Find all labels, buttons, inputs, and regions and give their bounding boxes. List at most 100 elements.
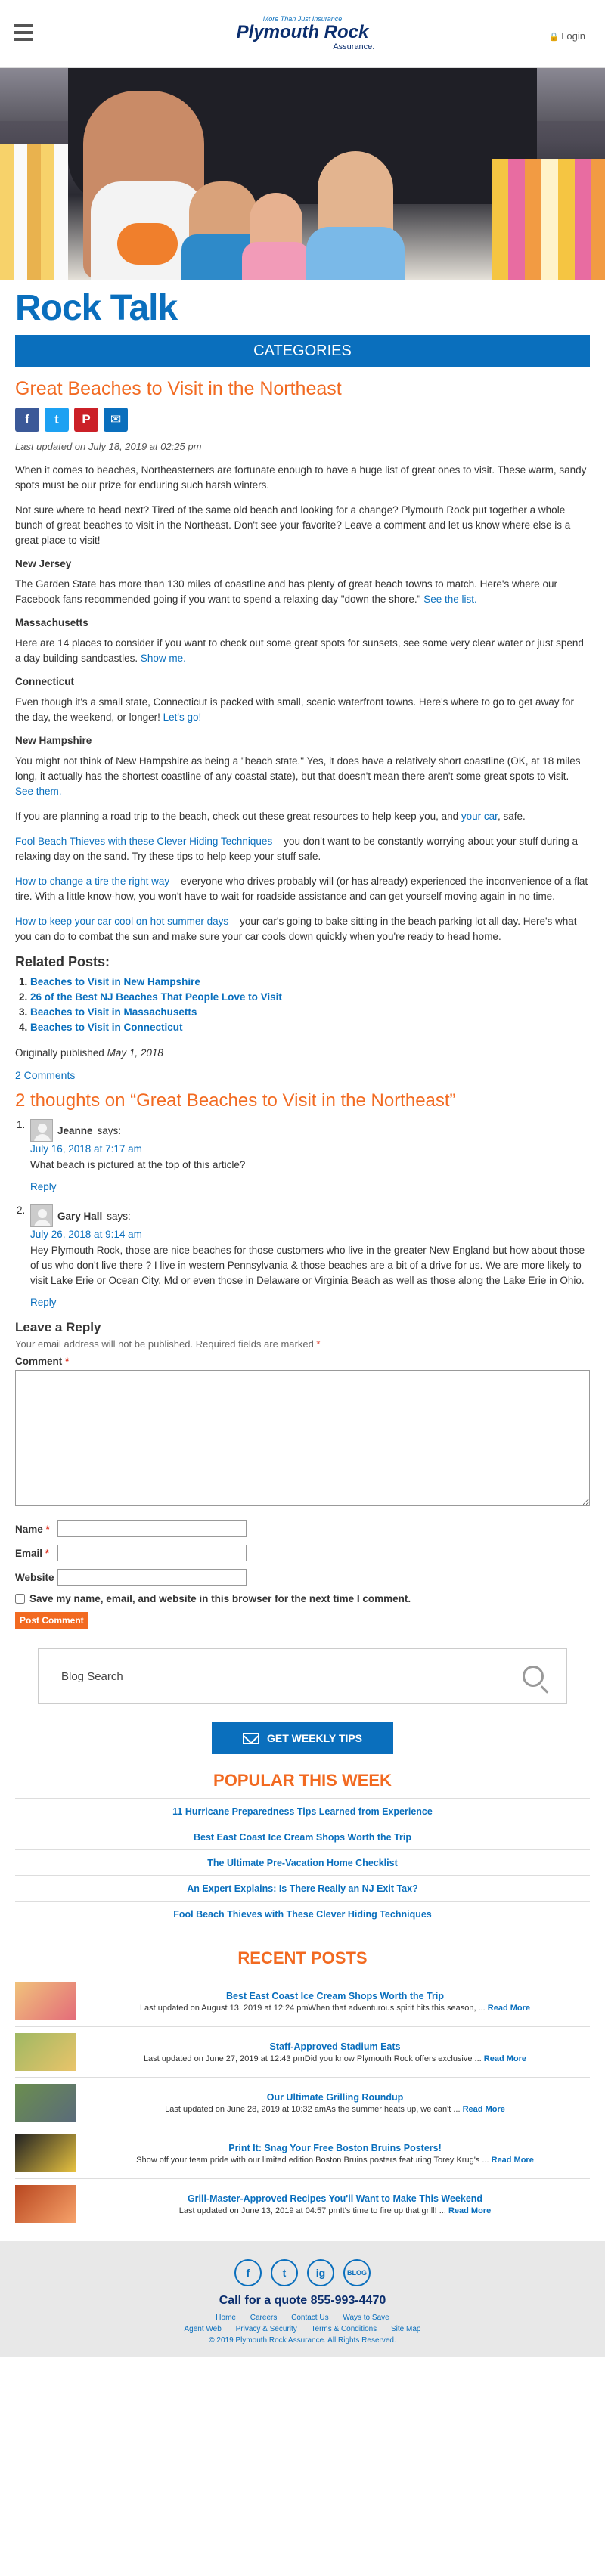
recent-post-title[interactable]: Grill-Master-Approved Recipes You'll Wan…: [80, 2193, 590, 2204]
your-car-link[interactable]: your car: [461, 811, 498, 822]
related-link[interactable]: Beaches to Visit in Massachusetts: [30, 1006, 197, 1018]
facebook-icon[interactable]: f: [15, 408, 39, 432]
read-more-link[interactable]: Read More: [463, 2105, 505, 2114]
name-field[interactable]: [57, 1520, 247, 1537]
name-row: Name *: [15, 1520, 590, 1537]
post-comment-button[interactable]: Post Comment: [15, 1612, 88, 1629]
facebook-icon[interactable]: f: [234, 2259, 262, 2286]
hero-image: [0, 68, 605, 280]
orig-date: May 1, 2018: [107, 1047, 163, 1059]
list-item: 26 of the Best NJ Beaches That People Lo…: [30, 990, 590, 1005]
related-link[interactable]: Beaches to Visit in New Hampshire: [30, 976, 200, 987]
recent-post-desc: Last updated on June 13, 2019 at 04:57 p…: [178, 2206, 446, 2215]
save-info-checkbox[interactable]: [15, 1594, 25, 1604]
menu-icon[interactable]: [14, 24, 33, 41]
main-content: Rock Talk CATEGORIES Great Beaches to Vi…: [0, 287, 605, 1648]
comment: 1. Jeanne says: July 16, 2018 at 7:17 am…: [15, 1119, 590, 1194]
footer-link[interactable]: Privacy & Security: [236, 2325, 297, 2333]
paragraph-new-jersey: The Garden State has more than 130 miles…: [15, 577, 590, 607]
read-more-link[interactable]: Read More: [488, 2004, 530, 2013]
footer-links-row-1: Home Careers Contact Us Ways to Save: [0, 2314, 605, 2322]
call-for-quote[interactable]: Call for a quote 855-993-4470: [0, 2294, 605, 2308]
popular-link[interactable]: Fool Beach Thieves with These Clever Hid…: [15, 1901, 590, 1927]
pinterest-icon[interactable]: P: [74, 408, 98, 432]
tire-link[interactable]: How to change a tire the right way: [15, 876, 169, 887]
paragraph-connecticut: Even though it's a small state, Connecti…: [15, 695, 590, 725]
blog-icon[interactable]: BLOG: [343, 2259, 371, 2286]
email-label: Email *: [15, 1547, 50, 1559]
footer-link[interactable]: Agent Web: [185, 2325, 222, 2333]
lock-icon: 🔒: [548, 33, 560, 42]
footer-link[interactable]: Site Map: [391, 2325, 420, 2333]
categories-button[interactable]: CATEGORIES: [15, 335, 590, 367]
share-bar: f t P ✉: [15, 408, 590, 432]
post-thumbnail[interactable]: [15, 1982, 76, 2020]
heading-new-hampshire: New Hampshire: [15, 735, 92, 746]
footer-link[interactable]: Ways to Save: [343, 2314, 389, 2322]
reply-link[interactable]: Reply: [30, 1297, 57, 1308]
recent-post-desc: Show off your team pride with our limite…: [136, 2155, 489, 2165]
related-link[interactable]: Beaches to Visit in Connecticut: [30, 1021, 183, 1033]
recent-post-title[interactable]: Print It: Snag Your Free Boston Bruins P…: [80, 2143, 590, 2153]
footer-link[interactable]: Careers: [250, 2314, 278, 2322]
brand-logo[interactable]: More Than Just Insurance Plymouth Rock A…: [236, 15, 375, 51]
post-thumbnail[interactable]: [15, 2084, 76, 2122]
related-link[interactable]: 26 of the Best NJ Beaches That People Lo…: [30, 991, 282, 1003]
comment-number: 2.: [17, 1204, 26, 1216]
footer-link[interactable]: Contact Us: [291, 2314, 328, 2322]
footer-link[interactable]: Terms & Conditions: [312, 2325, 377, 2333]
ma-link[interactable]: Show me.: [141, 653, 186, 664]
popular-link[interactable]: The Ultimate Pre-Vacation Home Checklist: [15, 1849, 590, 1875]
recent-post-title[interactable]: Staff-Approved Stadium Eats: [80, 2041, 590, 2052]
read-more-link[interactable]: Read More: [492, 2156, 534, 2165]
site-footer: f t ig BLOG Call for a quote 855-993-447…: [0, 2241, 605, 2357]
ma-text: Here are 14 places to consider if you wa…: [15, 637, 584, 664]
originally-published: Originally published May 1, 2018: [15, 1047, 590, 1059]
weekly-tips-button[interactable]: GET WEEKLY TIPS: [212, 1722, 393, 1754]
email-icon[interactable]: ✉: [104, 408, 128, 432]
paragraph-cool: How to keep your car cool on hot summer …: [15, 914, 590, 944]
comment: 2. Gary Hall says: July 26, 2018 at 9:14…: [15, 1204, 590, 1310]
blog-search-box[interactable]: Blog Search: [38, 1648, 567, 1704]
popular-link[interactable]: 11 Hurricane Preparedness Tips Learned f…: [15, 1798, 590, 1824]
read-more-link[interactable]: Read More: [448, 2206, 491, 2215]
popular-link[interactable]: An Expert Explains: Is There Really an N…: [15, 1875, 590, 1901]
popular-link[interactable]: Best East Coast Ice Cream Shops Worth th…: [15, 1824, 590, 1849]
twitter-icon[interactable]: t: [271, 2259, 298, 2286]
nj-link[interactable]: See the list.: [424, 594, 477, 605]
post-thumbnail[interactable]: [15, 2134, 76, 2172]
weekly-tips-label: GET WEEKLY TIPS: [266, 1732, 363, 1744]
nh-link[interactable]: See them.: [15, 786, 62, 797]
email-field[interactable]: [57, 1545, 247, 1561]
read-more-link[interactable]: Read More: [484, 2054, 526, 2063]
list-item: Beaches to Visit in New Hampshire: [30, 975, 590, 990]
ct-link[interactable]: Let's go!: [163, 711, 202, 723]
comment-count-link[interactable]: 2 Comments: [15, 1069, 590, 1081]
paragraph-tire: How to change a tire the right way – eve…: [15, 874, 590, 904]
reply-link[interactable]: Reply: [30, 1181, 57, 1192]
comment-date[interactable]: July 26, 2018 at 9:14 am: [30, 1229, 590, 1240]
login-link[interactable]: 🔒 Login: [548, 30, 585, 42]
comments-title: 2 thoughts on “Great Beaches to Visit in…: [15, 1090, 456, 1111]
website-field[interactable]: [57, 1569, 247, 1586]
post-intro-2: Not sure where to head next? Tired of th…: [15, 504, 571, 546]
heading-massachusetts: Massachusetts: [15, 617, 88, 628]
comment-textarea[interactable]: [15, 1370, 590, 1506]
recent-list: Best East Coast Ice Cream Shops Worth th…: [15, 1976, 590, 2229]
post-thumbnail[interactable]: [15, 2033, 76, 2071]
recent-post-title[interactable]: Our Ultimate Grilling Roundup: [80, 2092, 590, 2103]
instagram-icon[interactable]: ig: [307, 2259, 334, 2286]
list-item: Grill-Master-Approved Recipes You'll Wan…: [15, 2178, 590, 2229]
paragraph-massachusetts: Here are 14 places to consider if you wa…: [15, 636, 590, 666]
thieves-link[interactable]: Fool Beach Thieves with these Clever Hid…: [15, 835, 272, 847]
page: More Than Just Insurance Plymouth Rock A…: [0, 0, 605, 2357]
post-thumbnail[interactable]: [15, 2185, 76, 2223]
cool-link[interactable]: How to keep your car cool on hot summer …: [15, 916, 228, 927]
comment-date[interactable]: July 16, 2018 at 7:17 am: [30, 1143, 590, 1155]
brand-name: Plymouth Rock: [236, 22, 369, 42]
recent-post-title[interactable]: Best East Coast Ice Cream Shops Worth th…: [80, 1991, 590, 2001]
footer-link[interactable]: Home: [216, 2314, 236, 2322]
twitter-icon[interactable]: t: [45, 408, 69, 432]
search-icon[interactable]: [523, 1666, 544, 1687]
save-info-label: Save my name, email, and website in this…: [29, 1593, 411, 1604]
